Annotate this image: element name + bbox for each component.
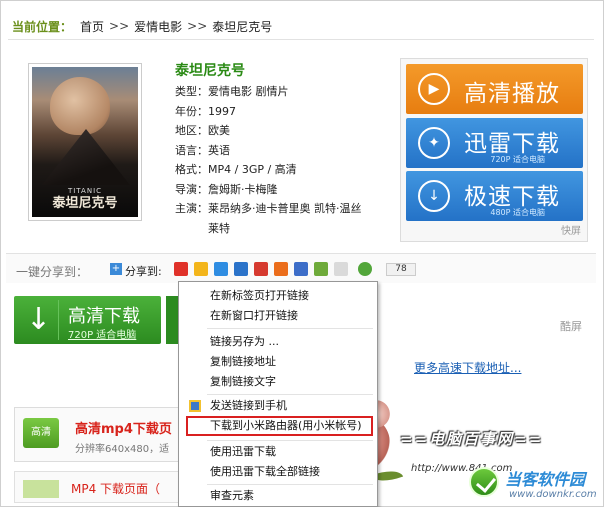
info-value: 詹姆斯·卡梅隆 bbox=[208, 182, 278, 196]
xunlei-download-label: 迅雷下载 bbox=[464, 131, 560, 157]
watermark-text: ==电脑百事网== bbox=[400, 430, 544, 448]
divider bbox=[8, 39, 594, 40]
share-to-label[interactable]: 分享到: bbox=[125, 263, 162, 279]
info-row-language: 语言：英语 bbox=[175, 141, 395, 161]
share-bar: 一键分享到： + 分享到: 78 bbox=[6, 253, 596, 283]
breadcrumb: 当前位置： 首页 >> 爱情电影 >> 泰坦尼克号 bbox=[12, 17, 277, 35]
baidu-icon[interactable] bbox=[294, 262, 308, 276]
info-value: 莱昂纳多·迪卡普里奥 凯特·温丝 bbox=[208, 202, 362, 215]
menu-item-send-to-phone[interactable]: 发送链接到手机 bbox=[210, 398, 287, 414]
info-row-region: 地区：欧美 bbox=[175, 121, 395, 141]
more-download-link[interactable]: 更多高速下载地址... bbox=[414, 359, 521, 376]
fast-download-sub: 480P 适合电脑 bbox=[490, 208, 545, 217]
mp4-title-2: MP4 下载页面（ bbox=[71, 482, 161, 496]
down-arrow-icon: ↓ bbox=[19, 300, 59, 340]
download-panel: ▶ 高清播放 ✦ 迅雷下载 720P 适合电脑 ↓ 极速下载 480P 适合电脑… bbox=[400, 58, 588, 242]
info-value: 爱情电影 剧情片 bbox=[208, 85, 289, 98]
sohu-icon[interactable] bbox=[274, 262, 288, 276]
context-menu: 在新标签页打开链接 在新窗口打开链接 链接另存为 ... 复制链接地址 复制链接… bbox=[178, 281, 378, 507]
share-plus-icon[interactable]: + bbox=[110, 263, 122, 275]
menu-item-xunlei-download[interactable]: 使用迅雷下载 bbox=[210, 444, 276, 460]
info-row-year: 年份：1997 bbox=[175, 102, 395, 122]
xunlei-download-button[interactable]: ✦ 迅雷下载 720P 适合电脑 bbox=[406, 118, 583, 168]
play-icon: ▶ bbox=[418, 73, 450, 105]
info-key: 格式： bbox=[175, 163, 208, 176]
clover-icon[interactable] bbox=[358, 262, 372, 276]
send-to-phone-icon bbox=[189, 400, 201, 412]
menu-item-inspect[interactable]: 审查元素 bbox=[210, 488, 254, 504]
movie-title: 泰坦尼克号 bbox=[175, 63, 245, 79]
info-key: 年份： bbox=[175, 104, 208, 118]
mp4-title: 高清mp4下载页 bbox=[75, 422, 172, 437]
hd-badge-icon: 高清 bbox=[23, 418, 59, 448]
picture-icon[interactable] bbox=[314, 262, 328, 276]
menu-item-copy-link-text[interactable]: 复制链接文字 bbox=[210, 374, 276, 390]
hd-play-button[interactable]: ▶ 高清播放 bbox=[406, 64, 583, 114]
weibo-icon[interactable] bbox=[174, 262, 188, 276]
menu-item-save-link-as[interactable]: 链接另存为 ... bbox=[210, 334, 279, 350]
hd-play-label: 高清播放 bbox=[464, 81, 560, 107]
info-value: 莱特 bbox=[208, 221, 230, 235]
watermark-url: http://www.841.com bbox=[411, 463, 513, 474]
info-value: 欧美 bbox=[208, 124, 230, 137]
breadcrumb-home[interactable]: 首页 bbox=[80, 18, 104, 35]
info-row-format: 格式：MP4 / 3GP / 高清 bbox=[175, 160, 395, 180]
hd-download-label: 高清下载 bbox=[68, 306, 140, 327]
xunlei-download-sub: 720P 适合电脑 bbox=[490, 155, 545, 164]
movie-info: 泰坦尼克号 类型：爱情电影 剧情片 年份：1997 地区：欧美 语言：英语 格式… bbox=[175, 62, 395, 238]
tencent-weibo-icon[interactable] bbox=[214, 262, 228, 276]
info-value: 英语 bbox=[208, 143, 230, 157]
kupin-label: 酷屏 bbox=[560, 320, 582, 333]
hd-download-sub: 720P 适合电脑 bbox=[68, 330, 137, 341]
info-value: MP4 / 3GP / 高清 bbox=[208, 163, 297, 176]
movie-poster[interactable]: TITANIC 泰坦尼克号 bbox=[28, 63, 142, 221]
brand-url: www.downkr.com bbox=[509, 489, 597, 500]
menu-separator bbox=[207, 394, 373, 395]
breadcrumb-separator: >> bbox=[187, 19, 208, 33]
info-row-genre: 类型：爱情电影 剧情片 bbox=[175, 82, 395, 102]
info-key: 主演： bbox=[175, 202, 208, 215]
breadcrumb-label: 当前位置： bbox=[12, 19, 73, 34]
info-key: 地区： bbox=[175, 124, 208, 137]
menu-separator bbox=[207, 484, 373, 485]
fast-download-label: 极速下载 bbox=[464, 184, 560, 210]
info-key: 语言： bbox=[175, 143, 208, 157]
info-row-cast-cont: 莱特 bbox=[175, 219, 395, 239]
info-key: 类型： bbox=[175, 85, 208, 98]
poster-caption-cn: 泰坦尼克号 bbox=[52, 196, 118, 211]
renren-icon[interactable] bbox=[234, 262, 248, 276]
poster-figure bbox=[50, 77, 110, 135]
mp4-download-item[interactable]: 高清 高清mp4下载页 分辨率640x480，适 bbox=[14, 407, 184, 462]
kaixin-icon[interactable] bbox=[254, 262, 268, 276]
fast-download-button[interactable]: ↓ 极速下载 480P 适合电脑 bbox=[406, 171, 583, 221]
menu-separator bbox=[207, 440, 373, 441]
mp4-badge-icon bbox=[23, 480, 59, 498]
mp4-sub: 分辨率640x480，适 bbox=[75, 444, 170, 455]
menu-item-copy-link-address[interactable]: 复制链接地址 bbox=[210, 354, 276, 370]
poster-image: TITANIC 泰坦尼克号 bbox=[32, 67, 138, 217]
qzone-icon[interactable] bbox=[194, 262, 208, 276]
menu-item-open-new-window[interactable]: 在新窗口打开链接 bbox=[210, 308, 298, 324]
kp-label: 快屏 bbox=[561, 226, 581, 237]
info-row-director: 导演：詹姆斯·卡梅隆 bbox=[175, 180, 395, 200]
brand-name: 当客软件园 bbox=[505, 470, 586, 489]
menu-item-xiaomi-router[interactable]: 下载到小米路由器(用小米帐号) bbox=[210, 418, 362, 434]
breadcrumb-category[interactable]: 爱情电影 bbox=[134, 18, 182, 35]
menu-item-open-new-tab[interactable]: 在新标签页打开链接 bbox=[210, 288, 309, 304]
brand-logo-icon bbox=[469, 467, 499, 497]
share-label: 一键分享到： bbox=[16, 265, 89, 279]
breadcrumb-separator: >> bbox=[109, 19, 130, 33]
mp4-download-item-2[interactable]: MP4 下载页面（ bbox=[14, 471, 184, 503]
menu-separator bbox=[207, 328, 373, 329]
hd-download-button[interactable]: ↓ 高清下载 720P 适合电脑 bbox=[14, 296, 161, 344]
share-count: 78 bbox=[386, 263, 416, 276]
menu-item-xunlei-download-all[interactable]: 使用迅雷下载全部链接 bbox=[210, 464, 320, 480]
breadcrumb-current[interactable]: 泰坦尼克号 bbox=[212, 18, 272, 35]
poster-ship bbox=[42, 129, 130, 185]
info-value: 1997 bbox=[208, 104, 236, 118]
info-row-cast: 主演：莱昂纳多·迪卡普里奥 凯特·温丝 bbox=[175, 199, 395, 219]
info-key: 导演： bbox=[175, 182, 208, 196]
copy-icon[interactable] bbox=[334, 262, 348, 276]
button-edge bbox=[166, 296, 178, 344]
